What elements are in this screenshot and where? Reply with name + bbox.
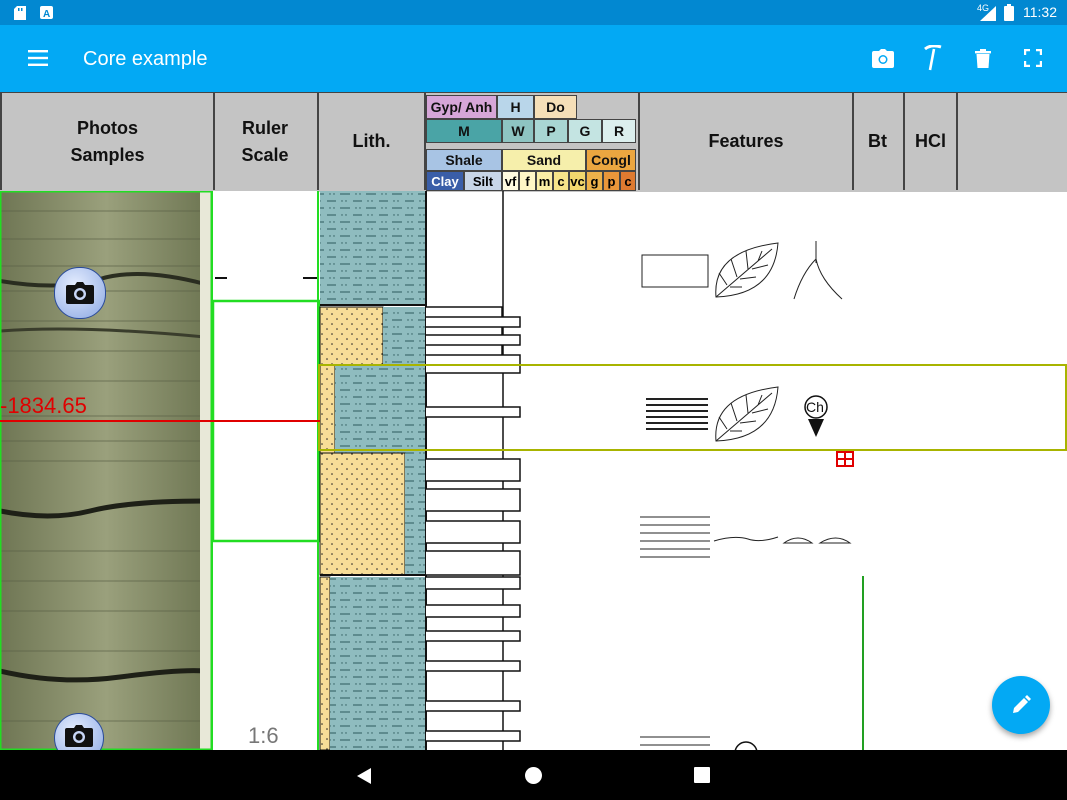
silt-cell: Silt — [464, 171, 502, 191]
r-cell: R — [602, 119, 636, 143]
header-hcl[interactable]: HCl — [905, 93, 958, 190]
leaf-fossil-icon-2 — [715, 386, 779, 442]
lithology-column[interactable] — [319, 191, 427, 750]
menu-icon[interactable] — [18, 38, 58, 78]
svg-text:A: A — [43, 9, 50, 19]
grain-size-column[interactable] — [426, 191, 521, 750]
camera-icon[interactable] — [863, 38, 903, 78]
w-cell: W — [502, 119, 534, 143]
sample-grid-icon[interactable] — [836, 451, 854, 467]
pencil-icon — [1013, 695, 1031, 713]
home-icon[interactable] — [524, 766, 543, 785]
congl-cell: Congl — [586, 149, 636, 171]
navigation-bar — [0, 750, 1067, 800]
f-cell: f — [519, 171, 536, 191]
c-sand-cell: c — [553, 171, 569, 191]
scale-label: 1:6 — [248, 723, 279, 748]
core-photo[interactable] — [0, 191, 214, 750]
clay-cell: Clay — [426, 171, 464, 191]
g-congl-cell: g — [586, 171, 603, 191]
vc-cell: vc — [569, 171, 586, 191]
leaf-fossil-icon — [715, 242, 779, 298]
app-bar: Core example — [0, 25, 1067, 92]
header-lith[interactable]: Lith. — [319, 93, 426, 190]
fullscreen-icon[interactable] — [1013, 38, 1053, 78]
lamination-icon — [646, 398, 708, 430]
p-cell: P — [534, 119, 568, 143]
sd-card-icon — [14, 6, 26, 20]
grain-size-header[interactable]: Gyp/ Anh H Do M W P G R Shale Sand Congl… — [426, 93, 638, 192]
header-features[interactable]: Features — [638, 93, 854, 190]
app-title: Core example — [83, 48, 208, 70]
log-body[interactable]: Ch -1834.65 1:6 — [0, 191, 1067, 750]
lamination-icon-bottom — [640, 736, 710, 746]
m-sand-cell: m — [536, 171, 553, 191]
status-time: 11:32 — [1023, 4, 1057, 20]
edit-fab-button[interactable] — [992, 676, 1050, 734]
p-congl-cell: p — [603, 171, 620, 191]
log-canvas: Ch — [0, 191, 1067, 750]
camera-icon — [66, 282, 94, 304]
header-bt[interactable]: Bt — [852, 93, 905, 190]
lamination-thin-icon — [640, 516, 710, 558]
battery-icon — [1004, 4, 1014, 21]
gyp-anh-cell: Gyp/ Anh — [426, 95, 497, 119]
signal-icon — [980, 6, 996, 21]
shale-cell: Shale — [426, 149, 502, 171]
sand-cell: Sand — [502, 149, 586, 171]
vf-cell: vf — [502, 171, 519, 191]
ruler-column — [211, 191, 321, 750]
header-ruler-scale[interactable]: Ruler Scale — [213, 93, 319, 190]
ch-marker-icon-bottom[interactable] — [734, 741, 758, 750]
features-column[interactable] — [640, 241, 852, 746]
ch-marker-label: Ch — [806, 399, 824, 415]
log-header: Photos Samples Ruler Scale Lith. Gyp/ Anh … — [0, 92, 1067, 192]
recents-icon[interactable] — [694, 767, 710, 783]
photo-camera-button[interactable] — [54, 267, 106, 319]
feature-rectangle-symbol — [641, 254, 709, 288]
status-bar: A 4G 11:32 — [0, 0, 1067, 25]
hammer-icon[interactable] — [913, 38, 953, 78]
camera-icon — [65, 725, 93, 747]
burrow-trace-icon — [793, 241, 843, 300]
header-photos-samples[interactable]: Photos Samples — [0, 93, 215, 190]
depth-marker-label: -1834.65 — [0, 393, 87, 418]
do-cell: Do — [534, 95, 577, 119]
trash-icon[interactable] — [963, 38, 1003, 78]
h-cell: H — [497, 95, 534, 119]
back-icon[interactable] — [355, 767, 373, 785]
a-icon: A — [40, 6, 53, 19]
c-congl-cell: c — [620, 171, 636, 191]
ripple-marks-icon — [713, 536, 852, 544]
m-cell: M — [426, 119, 502, 143]
g-cell: G — [568, 119, 602, 143]
